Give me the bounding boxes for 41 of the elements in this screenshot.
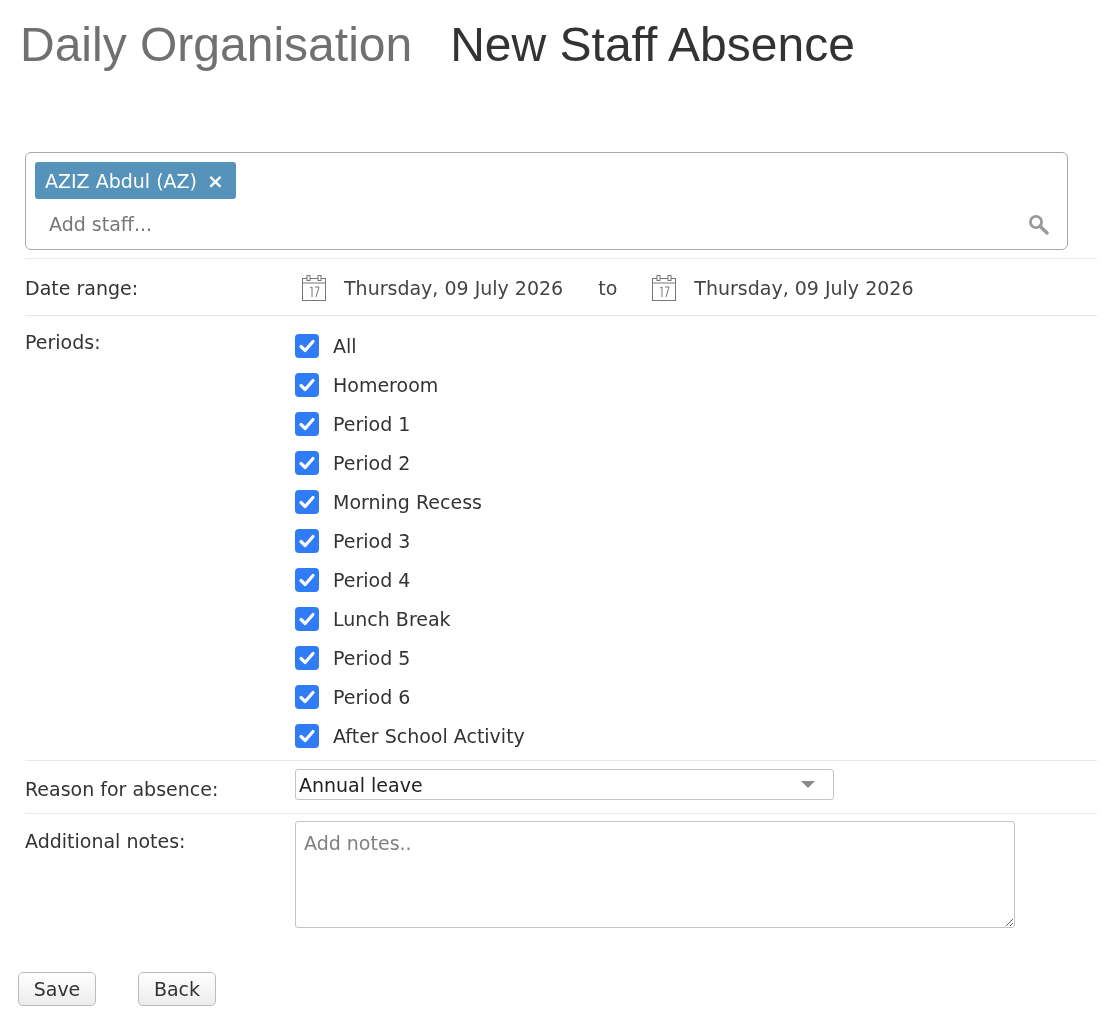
back-button[interactable]: Back bbox=[138, 972, 216, 1006]
checkbox-label[interactable]: Period 4 bbox=[333, 568, 411, 591]
checkbox[interactable] bbox=[295, 528, 319, 553]
calendar-icon[interactable] bbox=[302, 275, 326, 301]
checkbox[interactable] bbox=[295, 645, 319, 670]
caret-icon bbox=[801, 781, 815, 788]
staff-tag-label: AZIZ Abdul (AZ) bbox=[45, 169, 197, 192]
field-label: Date range: bbox=[25, 276, 139, 300]
checkbox-label[interactable]: Period 6 bbox=[333, 685, 411, 708]
checkbox[interactable] bbox=[295, 606, 319, 631]
checkbox-label[interactable]: Period 5 bbox=[333, 646, 411, 669]
checkbox-label[interactable]: Period 3 bbox=[333, 529, 411, 552]
section-title: Daily Organisation bbox=[20, 17, 413, 73]
checkbox[interactable] bbox=[295, 411, 319, 436]
field-label: Additional notes: bbox=[25, 829, 186, 853]
checkbox[interactable] bbox=[295, 684, 319, 709]
notes-field[interactable]: Add notes.. bbox=[295, 821, 1015, 928]
add-staff-input[interactable]: Add staff... bbox=[35, 209, 1028, 239]
end-date[interactable]: Thursday, 09 July 2026 bbox=[694, 276, 914, 300]
checkbox[interactable] bbox=[295, 450, 319, 475]
field-label: Reason for absence: bbox=[25, 777, 219, 801]
checkbox[interactable] bbox=[295, 489, 319, 514]
checkbox-label[interactable]: Lunch Break bbox=[333, 607, 451, 630]
checkbox-label[interactable]: After School Activity bbox=[333, 724, 525, 747]
reason-select[interactable]: Annual leave bbox=[295, 769, 834, 800]
checkbox-label[interactable]: All bbox=[333, 334, 357, 357]
checkbox[interactable] bbox=[295, 333, 319, 358]
checkbox[interactable] bbox=[295, 567, 319, 592]
checkbox-label[interactable]: Period 2 bbox=[333, 451, 411, 474]
calendar-icon[interactable] bbox=[652, 275, 677, 301]
checkbox-label[interactable]: Period 1 bbox=[333, 412, 411, 435]
checkbox[interactable] bbox=[295, 372, 319, 397]
field-label: Periods: bbox=[25, 330, 101, 355]
checkbox[interactable] bbox=[295, 723, 319, 748]
start-date[interactable]: Thursday, 09 July 2026 bbox=[344, 276, 564, 300]
checkbox-label[interactable]: Homeroom bbox=[333, 373, 439, 396]
date-separator: to bbox=[598, 276, 618, 300]
checkbox-label[interactable]: Morning Recess bbox=[333, 490, 482, 513]
save-button[interactable]: Save bbox=[18, 972, 96, 1006]
page-title: New Staff Absence bbox=[450, 17, 855, 73]
search-icon[interactable] bbox=[1028, 213, 1049, 235]
